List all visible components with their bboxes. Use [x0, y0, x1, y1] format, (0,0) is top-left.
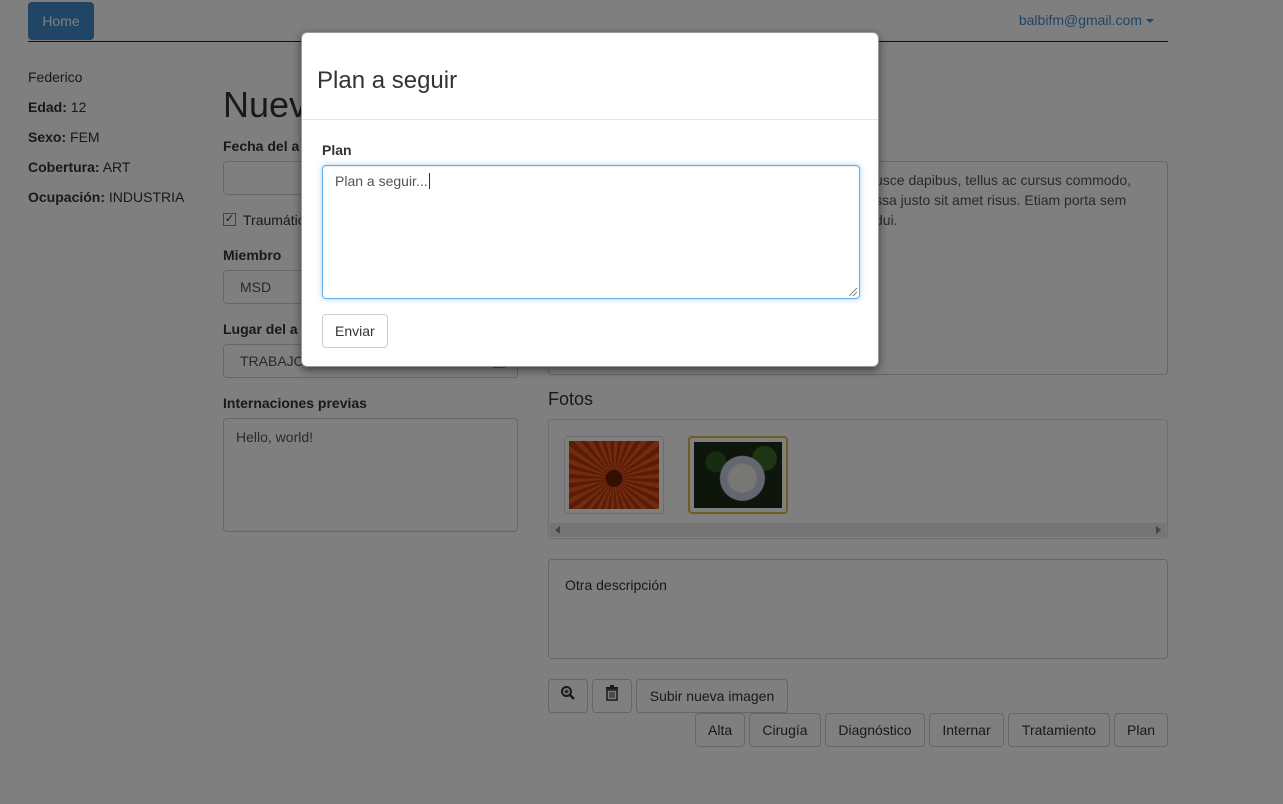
text-cursor — [428, 173, 430, 189]
modal-title: Plan a seguir — [317, 67, 458, 94]
plan-modal: Plan a seguir Plan Plan a seguir... Envi… — [301, 32, 879, 367]
plan-textarea[interactable]: Plan a seguir... — [322, 165, 860, 299]
modal-header: Plan a seguir — [302, 33, 878, 120]
resize-grip-icon[interactable] — [849, 288, 857, 296]
send-button[interactable]: Enviar — [322, 314, 388, 348]
plan-label: Plan — [322, 142, 352, 158]
plan-text: Plan a seguir... — [335, 173, 428, 189]
